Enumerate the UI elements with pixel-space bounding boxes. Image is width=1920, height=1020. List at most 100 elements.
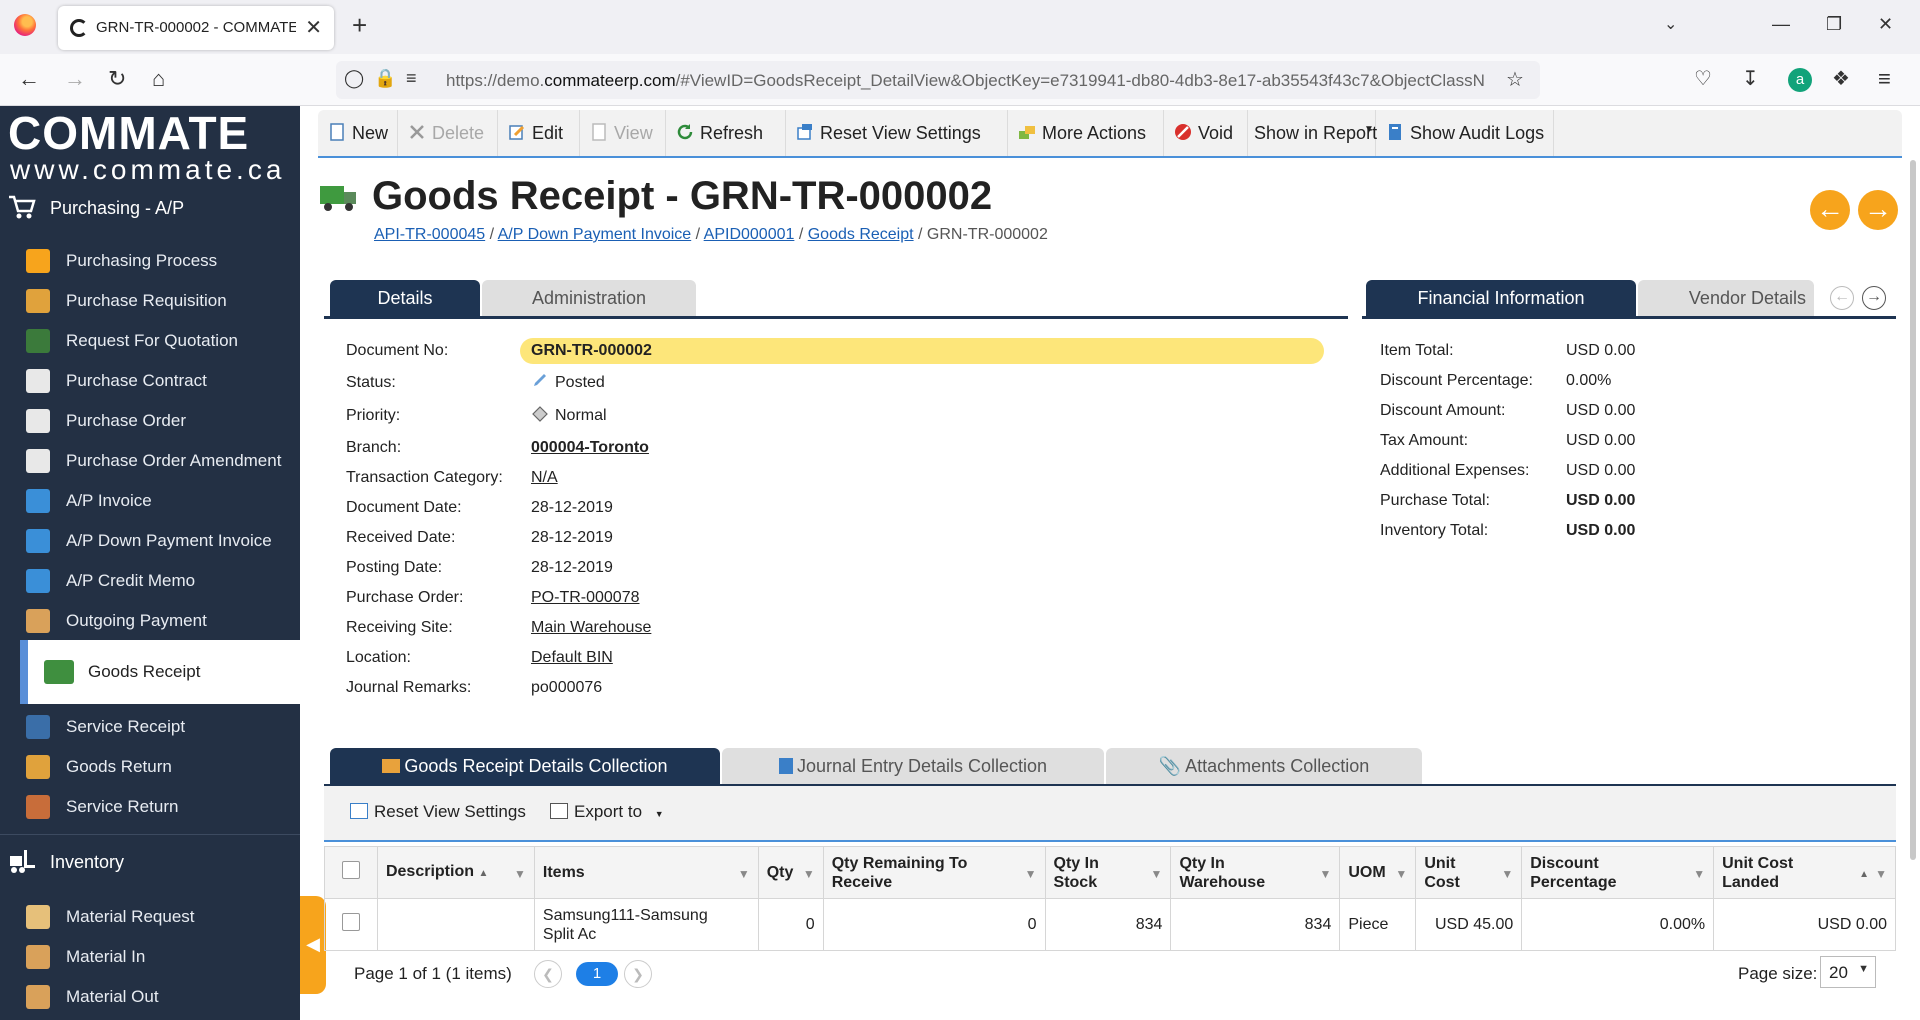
bookmark-star-icon[interactable]: ☆ [1506,67,1524,92]
sidebar-item-purchasing-process[interactable]: Purchasing Process [0,240,300,280]
next-record-arrow-icon[interactable]: → [1858,190,1898,230]
refresh-button[interactable]: Refresh [666,110,786,156]
sidebar-item-goods-receipt[interactable]: Goods Receipt [20,640,300,704]
logo[interactable]: COMMATE [8,110,249,156]
filter-icon[interactable]: ▼ [738,865,750,884]
breadcrumb-link[interactable]: A/P Down Payment Invoice [498,226,692,243]
extensions-puzzle-icon[interactable]: ❖ [1832,66,1850,91]
reload-icon[interactable]: ↻ [108,66,126,92]
column-header-description[interactable]: Description ▲ ▼ [376,846,535,899]
page-size-select[interactable]: 20 ▼ [1820,956,1876,988]
filter-icon[interactable]: ▼ [514,865,526,884]
tab-details[interactable]: Details [330,280,480,316]
new-button[interactable]: New [318,110,398,156]
tab-scroll-right-icon[interactable]: → [1862,286,1886,310]
column-header-unit-cost[interactable]: Unit Cost ▼ [1415,846,1523,899]
void-button[interactable]: Void [1164,110,1248,156]
breadcrumb-link[interactable]: API-TR-000045 [374,226,485,243]
column-header-qty-in-warehouse[interactable]: Qty In Warehouse ▼ [1170,846,1341,899]
extension-a-icon[interactable]: a [1788,68,1812,92]
sidebar-item-purchase-order[interactable]: Purchase Order [0,400,300,440]
sidebar-item-purchase-contract[interactable]: Purchase Contract [0,360,300,400]
branch-link[interactable]: 000004-Toronto [531,439,649,457]
export-to-dropdown[interactable]: Export to ▼ [550,802,664,822]
more-actions-button[interactable]: More Actions [1008,110,1164,156]
pager-prev-icon[interactable]: ❮ [534,960,562,988]
sidebar-item-ap-credit-memo[interactable]: A/P Credit Memo [0,560,300,600]
shield-icon[interactable]: ◯ [344,68,364,89]
sidebar-item-purchase-requisition[interactable]: Purchase Requisition [0,280,300,320]
sidebar-item-outgoing-payment[interactable]: Outgoing Payment [0,600,300,640]
location-link[interactable]: Default BIN [531,649,613,667]
sidebar-section-inventory[interactable]: Inventory [0,842,300,882]
permissions-icon[interactable]: ≡ [406,68,417,89]
breadcrumb-link[interactable]: Goods Receipt [808,226,914,243]
column-header-qty[interactable]: Qty ▼ [757,846,824,899]
restore-icon[interactable]: ❐ [1826,14,1842,35]
row-checkbox[interactable] [341,913,360,931]
column-header-uom[interactable]: UOM ▼ [1339,846,1417,899]
edit-button[interactable]: Edit [498,110,580,156]
forward-icon[interactable]: → [64,66,86,92]
sidebar-item-material-out[interactable]: Material Out [0,976,300,1016]
column-header-items[interactable]: Items ▼ [533,846,759,899]
previous-record-arrow-icon[interactable]: ← [1810,190,1850,230]
tab-vendor-details[interactable]: Vendor Details [1638,280,1814,316]
page-scrollbar[interactable] [1910,160,1916,860]
filter-icon[interactable]: ▼ [1501,865,1513,884]
filter-icon[interactable]: ▼ [1151,865,1163,884]
filter-icon[interactable]: ▼ [1025,865,1037,884]
view-button[interactable]: View [580,110,666,156]
table-row[interactable]: Samsung111-Samsung Split Ac 0 0 834 834 P… [324,898,1896,951]
menu-hamburger-icon[interactable]: ≡ [1878,66,1891,92]
sidebar-item-material-request[interactable]: Material Request [0,896,300,936]
close-tab-icon[interactable]: ✕ [305,15,322,40]
home-icon[interactable]: ⌂ [152,66,165,92]
transaction-category-link[interactable]: N/A [531,469,558,487]
sidebar-collapse-toggle[interactable]: ◀ [300,896,326,994]
select-all-checkbox[interactable] [341,861,360,879]
purchase-order-link[interactable]: PO-TR-000078 [531,589,640,607]
delete-button[interactable]: Delete [398,110,498,156]
sidebar-item-ap-down-payment-invoice[interactable]: A/P Down Payment Invoice [0,520,300,560]
sidebar-section-purchasing[interactable]: Purchasing - A/P [0,188,300,228]
firefox-icon[interactable] [14,14,36,36]
pager-next-icon[interactable]: ❯ [624,960,652,988]
tab-administration[interactable]: Administration [482,280,696,316]
breadcrumb-link[interactable]: APID000001 [704,226,795,243]
show-audit-logs-button[interactable]: Show Audit Logs [1376,110,1554,156]
sidebar-item-request-for-quotation[interactable]: Request For Quotation [0,320,300,360]
column-header-discount-percentage[interactable]: Discount Percentage ▼ [1521,846,1715,899]
collection-reset-view-settings-button[interactable]: Reset View Settings [350,802,526,822]
window-close-icon[interactable]: ✕ [1878,14,1893,35]
filter-icon[interactable]: ▼ [803,865,815,884]
sidebar-item-ap-invoice[interactable]: A/P Invoice [0,480,300,520]
column-header-qty-remaining[interactable]: Qty Remaining To Receive ▼ [822,846,1046,899]
list-tabs-chevron-icon[interactable]: ⌄ [1664,14,1677,34]
sidebar-item-service-receipt[interactable]: Service Receipt [0,706,300,746]
tab-attachments-collection[interactable]: 📎 Attachments Collection [1106,748,1422,784]
minimize-icon[interactable]: — [1772,14,1790,35]
tab-journal-entry-details-collection[interactable]: Journal Entry Details Collection [722,748,1104,784]
url-text[interactable]: https://demo.commateerp.com/#ViewID=Good… [446,71,1486,91]
show-in-report-dropdown[interactable]: Show in Report ▼ [1248,110,1377,156]
sidebar-item-purchase-order-amendment[interactable]: Purchase Order Amendment [0,440,300,480]
filter-icon[interactable]: ▼ [1395,865,1407,884]
tab-goods-receipt-details-collection[interactable]: Goods Receipt Details Collection [330,748,720,784]
downloads-icon[interactable]: ↧ [1742,66,1759,91]
receiving-site-link[interactable]: Main Warehouse [531,619,651,637]
filter-icon[interactable]: ▼ [1875,865,1887,884]
sidebar-item-material-in[interactable]: Material In [0,936,300,976]
column-header-unit-cost-landed[interactable]: Unit Cost Landed ▲ ▼ [1713,846,1896,899]
filter-icon[interactable]: ▼ [1693,865,1705,884]
column-header-qty-in-stock[interactable]: Qty In Stock ▼ [1044,846,1172,899]
reset-view-settings-button[interactable]: Reset View Settings [786,110,1008,156]
filter-icon[interactable]: ▼ [1319,865,1331,884]
pocket-icon[interactable]: ♡ [1694,66,1712,91]
lock-icon[interactable]: 🔒 [374,68,396,89]
tab-scroll-left-icon[interactable]: ← [1830,286,1854,310]
pager-page-current[interactable]: 1 [576,962,618,986]
sidebar-item-goods-return[interactable]: Goods Return [0,746,300,786]
url-bar[interactable]: ◯ 🔒 ≡ https://demo.commateerp.com/#ViewI… [336,61,1540,99]
browser-tab[interactable]: GRN-TR-000002 - COMMATE ERP ✕ [58,6,334,50]
